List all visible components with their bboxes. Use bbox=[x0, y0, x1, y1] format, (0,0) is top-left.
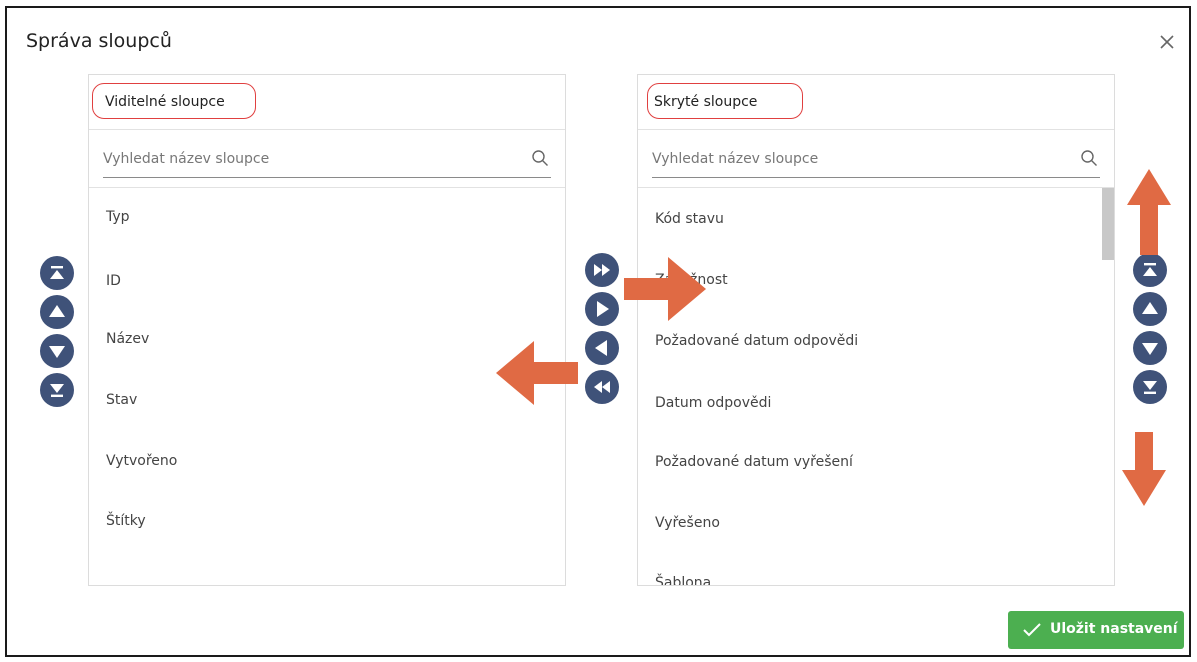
triangle-right-icon bbox=[597, 301, 609, 317]
double-arrow-right-icon bbox=[594, 264, 610, 276]
move-to-top-icon bbox=[50, 266, 64, 279]
list-item[interactable]: Stav bbox=[106, 392, 137, 408]
move-up-button[interactable] bbox=[40, 295, 74, 329]
triangle-left-icon bbox=[595, 340, 607, 356]
scrollbar-thumb[interactable] bbox=[1102, 188, 1114, 260]
checkmark-icon bbox=[1023, 623, 1041, 637]
list-item[interactable]: Vyřešeno bbox=[655, 515, 720, 531]
save-settings-button[interactable]: Uložit nastavení bbox=[1008, 611, 1184, 649]
list-item[interactable]: Požadované datum vyřešení bbox=[655, 454, 853, 470]
dialog-title: Správa sloupců bbox=[26, 30, 172, 52]
arrow-right-icon bbox=[624, 257, 706, 321]
arrow-left-icon bbox=[496, 341, 578, 405]
move-down-button[interactable] bbox=[1133, 331, 1167, 365]
list-item[interactable]: Šablona bbox=[655, 575, 711, 585]
move-to-bottom-icon bbox=[1143, 381, 1157, 394]
move-to-bottom-icon bbox=[50, 384, 64, 397]
list-item[interactable]: ID bbox=[106, 273, 121, 289]
visible-columns-header: Viditelné sloupce bbox=[89, 75, 565, 130]
hidden-columns-panel: Skryté sloupce Kód stavu Závažnost Požad… bbox=[637, 74, 1115, 586]
search-icon[interactable] bbox=[531, 149, 549, 167]
list-item[interactable]: Vytvořeno bbox=[106, 453, 177, 469]
close-button[interactable] bbox=[1158, 33, 1176, 51]
hidden-columns-list: Kód stavu Závažnost Požadované datum odp… bbox=[638, 188, 1114, 585]
move-to-bottom-button[interactable] bbox=[1133, 370, 1167, 404]
hidden-search-box bbox=[652, 145, 1100, 178]
double-arrow-left-icon bbox=[594, 381, 610, 393]
move-all-right-button[interactable] bbox=[585, 253, 619, 287]
list-item[interactable]: Typ bbox=[106, 209, 130, 225]
list-item[interactable]: Datum odpovědi bbox=[655, 395, 771, 411]
visible-search-input[interactable] bbox=[103, 147, 503, 171]
move-to-top-button[interactable] bbox=[40, 256, 74, 290]
list-item[interactable]: Štítky bbox=[106, 513, 146, 529]
move-right-button[interactable] bbox=[585, 292, 619, 326]
triangle-down-icon bbox=[1142, 343, 1158, 355]
list-item[interactable]: Požadované datum odpovědi bbox=[655, 333, 858, 349]
visible-columns-title: Viditelné sloupce bbox=[105, 94, 225, 110]
move-to-bottom-button[interactable] bbox=[40, 373, 74, 407]
visible-search-box bbox=[103, 145, 551, 178]
arrow-up-icon bbox=[1127, 169, 1171, 255]
move-down-button[interactable] bbox=[40, 334, 74, 368]
move-all-left-button[interactable] bbox=[585, 370, 619, 404]
arrow-down-icon bbox=[1122, 432, 1166, 506]
hidden-columns-title: Skryté sloupce bbox=[654, 94, 758, 110]
triangle-up-icon bbox=[49, 305, 65, 317]
hidden-columns-header: Skryté sloupce bbox=[638, 75, 1114, 130]
visible-columns-panel: Viditelné sloupce Typ ID Název Stav Vytv… bbox=[88, 74, 566, 586]
list-item[interactable]: Kód stavu bbox=[655, 211, 724, 227]
close-icon bbox=[1160, 35, 1174, 49]
move-left-button[interactable] bbox=[585, 331, 619, 365]
hidden-search-input[interactable] bbox=[652, 147, 1052, 171]
move-up-button[interactable] bbox=[1133, 292, 1167, 326]
list-item[interactable]: Název bbox=[106, 331, 149, 347]
save-settings-label: Uložit nastavení bbox=[1050, 621, 1178, 637]
triangle-up-icon bbox=[1142, 302, 1158, 314]
triangle-down-icon bbox=[49, 346, 65, 358]
search-icon[interactable] bbox=[1080, 149, 1098, 167]
